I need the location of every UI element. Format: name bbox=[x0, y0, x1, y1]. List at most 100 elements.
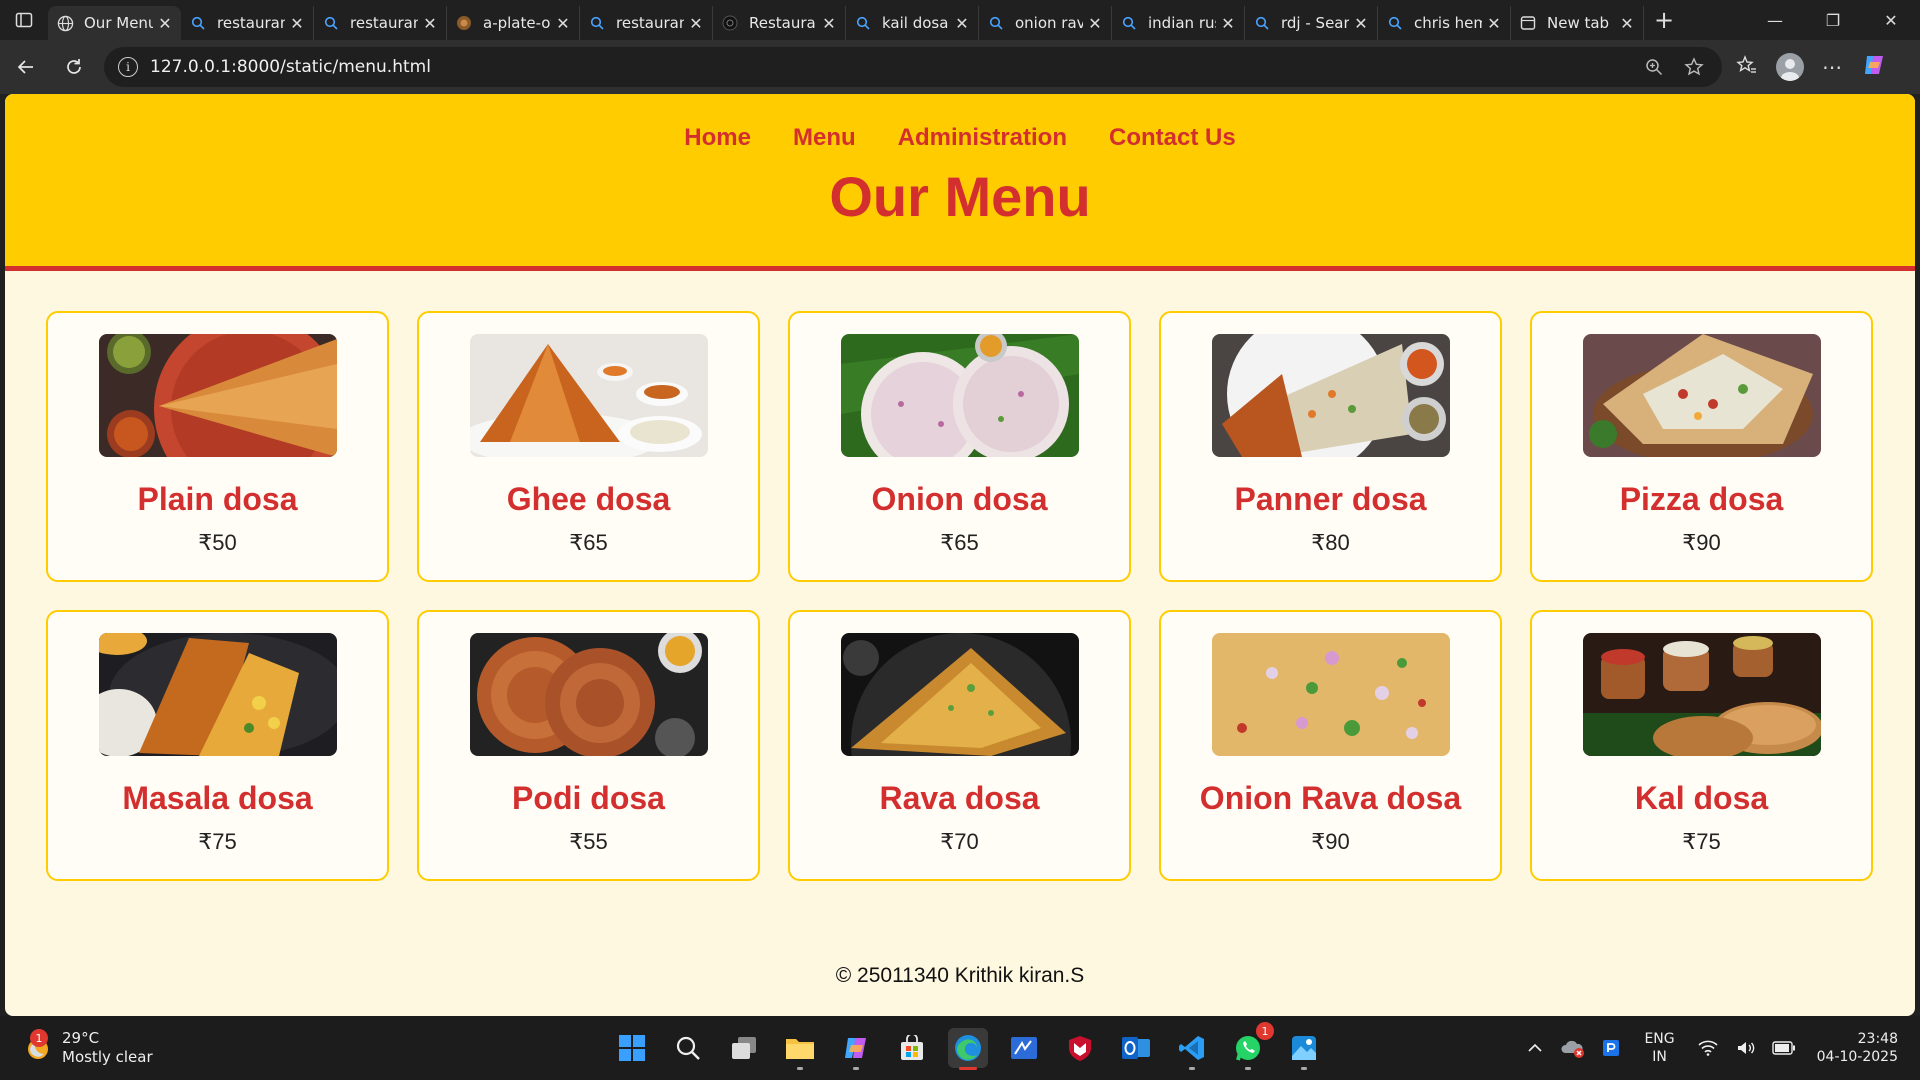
tab-search[interactable]: restaurant ✕ bbox=[314, 6, 447, 40]
close-icon[interactable]: ✕ bbox=[821, 14, 837, 33]
tab-label: restaurant bbox=[217, 14, 285, 32]
refresh-button[interactable] bbox=[52, 45, 96, 89]
close-icon[interactable]: ✕ bbox=[954, 14, 970, 33]
tab-image[interactable]: a-plate-of ✕ bbox=[447, 6, 580, 40]
windows-logo-icon bbox=[619, 1035, 645, 1061]
dish-price: ₹75 bbox=[1682, 829, 1721, 854]
search-icon bbox=[676, 1036, 700, 1060]
dish-name: Onion Rava dosa bbox=[1199, 780, 1462, 816]
back-arrow-icon bbox=[17, 60, 33, 74]
new-tab-button[interactable]: + bbox=[1644, 0, 1684, 40]
search-icon bbox=[987, 14, 1005, 32]
edge-icon bbox=[955, 1035, 981, 1061]
mcafee-button[interactable] bbox=[1060, 1028, 1100, 1068]
copilot-app-button[interactable] bbox=[836, 1028, 876, 1070]
copilot-icon[interactable] bbox=[1861, 52, 1887, 82]
nav-link-contact[interactable]: Contact Us bbox=[1109, 124, 1236, 152]
edge-browser-button[interactable] bbox=[948, 1028, 988, 1070]
tab-search[interactable]: indian rus ✕ bbox=[1112, 6, 1245, 40]
dish-name: Panner dosa bbox=[1234, 481, 1427, 517]
tab-our-menu[interactable]: Our Menu ✕ bbox=[48, 6, 181, 40]
tab-search[interactable]: rdj - Sear ✕ bbox=[1245, 6, 1378, 40]
running-indicator bbox=[853, 1067, 859, 1070]
dish-photo bbox=[1211, 334, 1450, 457]
outlook-button[interactable] bbox=[1116, 1028, 1156, 1068]
more-options-icon[interactable]: ⋯ bbox=[1822, 55, 1843, 79]
tab-search[interactable]: onion rava ✕ bbox=[979, 6, 1112, 40]
clock-date: 04-10-2025 bbox=[1816, 1049, 1898, 1065]
remote-app-icon[interactable] bbox=[1596, 1033, 1626, 1063]
close-icon[interactable]: ✕ bbox=[1087, 14, 1103, 33]
minimize-button[interactable]: — bbox=[1746, 0, 1804, 40]
tab-search[interactable]: chris hem ✕ bbox=[1378, 6, 1511, 40]
favorite-star-icon[interactable] bbox=[1680, 57, 1708, 77]
restore-button[interactable]: ❐ bbox=[1804, 0, 1862, 40]
tab-search[interactable]: restaurant ✕ bbox=[181, 6, 314, 40]
nav-link-administration[interactable]: Administration bbox=[898, 124, 1067, 152]
close-window-button[interactable]: ✕ bbox=[1862, 0, 1920, 40]
weather-temp: 29°C bbox=[62, 1029, 100, 1047]
nav-link-menu[interactable]: Menu bbox=[793, 124, 856, 152]
nav-link-home[interactable]: Home bbox=[684, 124, 751, 152]
menu-card: Kal dosa ₹75 bbox=[1530, 610, 1873, 881]
tab-search[interactable]: kail dosa ✕ bbox=[846, 6, 979, 40]
outlook-icon bbox=[1122, 1037, 1150, 1059]
toolbar-actions: ⋯ bbox=[1736, 52, 1887, 82]
close-icon[interactable]: ✕ bbox=[1619, 14, 1635, 33]
whatsapp-button[interactable]: 1 bbox=[1228, 1022, 1274, 1070]
volume-icon[interactable] bbox=[1731, 1033, 1761, 1063]
file-explorer-button[interactable] bbox=[780, 1028, 820, 1070]
dish-price: ₹50 bbox=[198, 530, 237, 555]
onedrive-error-icon[interactable] bbox=[1558, 1033, 1588, 1063]
vscode-button[interactable] bbox=[1172, 1028, 1212, 1070]
dish-name: Plain dosa bbox=[137, 481, 298, 517]
close-icon[interactable]: ✕ bbox=[688, 14, 704, 33]
close-icon[interactable]: ✕ bbox=[157, 14, 173, 33]
url-text[interactable]: 127.0.0.1:8000/static/menu.html bbox=[150, 57, 1628, 77]
tab-label: indian rus bbox=[1148, 14, 1216, 32]
profile-avatar-icon[interactable] bbox=[1776, 53, 1804, 81]
tab-site[interactable]: Restaurant ✕ bbox=[713, 6, 846, 40]
notification-badge: 1 bbox=[1256, 1022, 1274, 1040]
notification-badge: 1 bbox=[30, 1029, 48, 1047]
system-clock[interactable]: 23:48 04-10-2025 bbox=[1817, 1030, 1898, 1066]
menu-card: Rava dosa ₹70 bbox=[788, 610, 1131, 881]
globe-icon bbox=[56, 14, 74, 32]
weather-condition: Mostly clear bbox=[62, 1048, 153, 1066]
close-icon[interactable]: ✕ bbox=[422, 14, 438, 33]
close-icon[interactable]: ✕ bbox=[289, 14, 305, 33]
close-icon[interactable]: ✕ bbox=[1486, 14, 1502, 33]
photos-app-button[interactable] bbox=[1284, 1028, 1324, 1070]
tab-new-tab[interactable]: New tab ✕ bbox=[1511, 6, 1644, 40]
running-indicator bbox=[1245, 1067, 1251, 1070]
show-hidden-icons-chevron-icon[interactable] bbox=[1520, 1033, 1550, 1063]
battery-icon[interactable] bbox=[1769, 1033, 1799, 1063]
close-icon[interactable]: ✕ bbox=[555, 14, 571, 33]
back-button[interactable] bbox=[4, 45, 48, 89]
language-indicator[interactable]: ENG IN bbox=[1644, 1030, 1674, 1066]
taskbar-search-button[interactable] bbox=[668, 1028, 708, 1068]
site-info-icon[interactable]: i bbox=[118, 57, 138, 77]
dish-name: Pizza dosa bbox=[1619, 481, 1784, 517]
dish-price: ₹90 bbox=[1311, 829, 1350, 854]
whiteboard-app-button[interactable] bbox=[1004, 1028, 1044, 1068]
close-icon[interactable]: ✕ bbox=[1220, 14, 1236, 33]
browser-tab-strip: Our Menu ✕ restaurant ✕ restaurant ✕ a-p… bbox=[0, 0, 1920, 40]
start-button[interactable] bbox=[612, 1028, 652, 1068]
task-view-button[interactable] bbox=[724, 1028, 764, 1068]
clock-time: 23:48 bbox=[1857, 1031, 1898, 1047]
dish-photo bbox=[469, 633, 708, 756]
tab-actions-button[interactable] bbox=[0, 0, 48, 40]
weather-widget[interactable]: 1 29°C Mostly clear bbox=[22, 1029, 153, 1067]
wifi-icon[interactable] bbox=[1693, 1033, 1723, 1063]
address-bar[interactable]: i 127.0.0.1:8000/static/menu.html bbox=[104, 47, 1722, 87]
tab-search[interactable]: restaurant ✕ bbox=[580, 6, 713, 40]
system-tray: ENG IN 23:48 04-10-2025 bbox=[1516, 1016, 1920, 1080]
dish-name: Ghee dosa bbox=[506, 481, 671, 517]
zoom-icon[interactable] bbox=[1640, 58, 1668, 76]
menu-card: Panner dosa ₹80 bbox=[1159, 311, 1502, 582]
plus-icon: + bbox=[1653, 6, 1675, 34]
microsoft-store-button[interactable] bbox=[892, 1028, 932, 1068]
favorites-icon[interactable] bbox=[1736, 54, 1758, 80]
close-icon[interactable]: ✕ bbox=[1353, 14, 1369, 33]
